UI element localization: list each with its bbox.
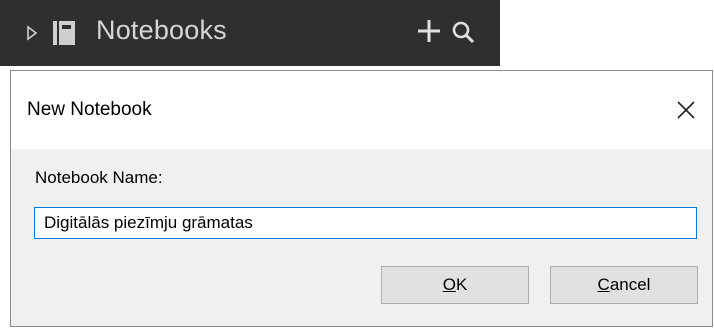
search-icon[interactable] [451, 20, 475, 49]
notebooks-panel-header: Notebooks [0, 0, 500, 66]
dialog-titlebar: New Notebook [11, 71, 712, 149]
notebook-name-label: Notebook Name: [35, 168, 163, 187]
ok-button[interactable]: OK [381, 266, 529, 304]
notebook-icon [52, 20, 76, 51]
notebooks-title: Notebooks [96, 15, 227, 45]
cancel-label-rest: ancel [609, 275, 651, 294]
cancel-button[interactable]: Cancel [550, 266, 698, 304]
plus-icon[interactable] [416, 18, 442, 49]
dialog-title: New Notebook [27, 99, 152, 120]
ok-mnemonic: O [442, 275, 456, 294]
notebook-name-input[interactable] [34, 207, 697, 239]
ok-label-rest: K [455, 275, 468, 294]
triangle-right-icon[interactable] [26, 25, 38, 46]
cancel-mnemonic: C [597, 275, 610, 294]
close-icon[interactable] [668, 93, 704, 127]
new-notebook-dialog: New Notebook Notebook Name: OK Cancel [10, 70, 713, 327]
